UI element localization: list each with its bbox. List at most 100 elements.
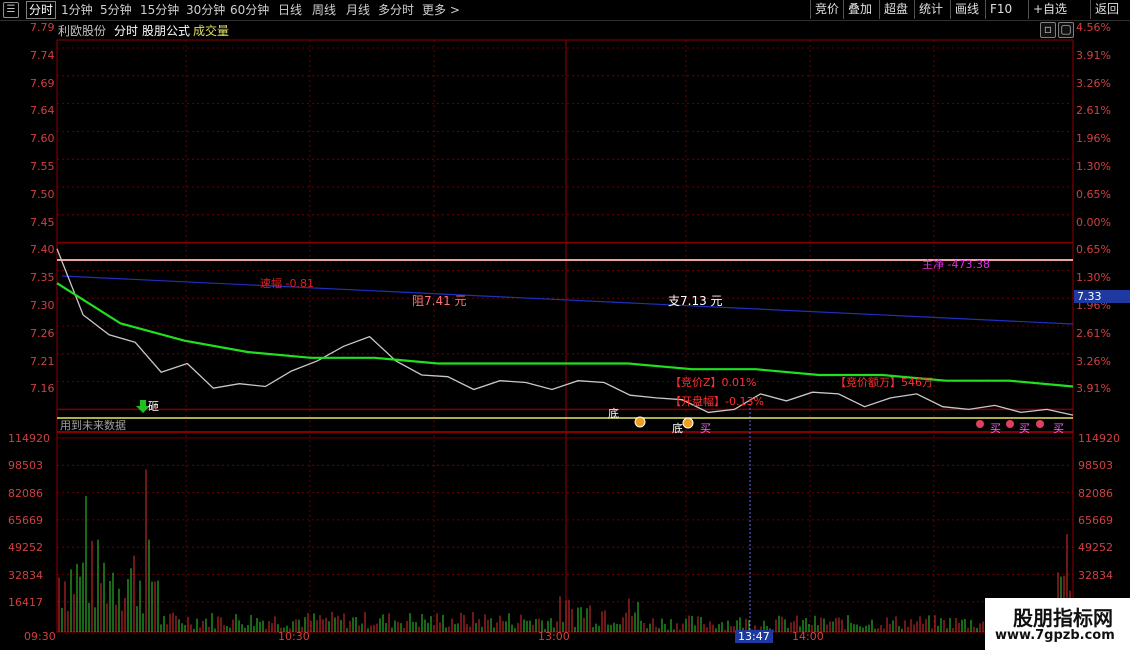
toolbar-button-2[interactable]: 超盘 [879, 0, 912, 19]
volume-tick: 98503 [8, 459, 43, 473]
volume-tick-right: 114920 [1078, 432, 1120, 445]
percent-tick: 0.00% [1076, 215, 1111, 229]
toolbar-button-3[interactable]: 统计 [914, 0, 947, 19]
period-toolbar: 分时 1分钟 5分钟 15分钟 30分钟 60分钟 日线 周线 月线 多分时 更多 > 竞价 叠加 超盘统… [0, 0, 1130, 21]
buy-signal-icon [976, 420, 984, 428]
volume-tick-right: 49252 [1078, 541, 1113, 555]
stock-name: 利欧股份 [58, 24, 107, 38]
tab-10[interactable]: 更多 > [422, 2, 460, 18]
toolbar-button-0[interactable]: 竞价 [810, 0, 843, 19]
watermark-title: 股朋指标网 [1013, 606, 1113, 630]
time-tick: 13:00 [538, 630, 570, 643]
bottom-label-1: 底 [608, 407, 619, 420]
price-tick: 7.69 [30, 76, 55, 90]
tab-8[interactable]: 月线 [346, 2, 370, 18]
intraday-chart[interactable] [0, 20, 1130, 650]
chart-frame [56, 39, 1074, 633]
percent-tick: 3.91% [1076, 382, 1111, 396]
price-line [56, 248, 1074, 416]
resistance-label: 阻7.41 元 [412, 294, 467, 308]
toolbar-button-6[interactable]: +自选 [1028, 0, 1071, 19]
formula-label[interactable]: 股朋公式 [142, 22, 190, 39]
menu-icon[interactable]: ☰ [3, 2, 19, 18]
indicator-label[interactable]: 成交量 [193, 22, 229, 39]
percent-tick: 3.26% [1076, 76, 1111, 90]
volume-tick-right: 32834 [1078, 568, 1113, 582]
time-tick: 10:30 [278, 630, 310, 643]
tab-1[interactable]: 1分钟 [61, 2, 93, 18]
mode-label: 分时 [114, 24, 139, 38]
future-data-label: 用到未来数据 [60, 419, 126, 432]
tab-6[interactable]: 日线 [278, 2, 302, 18]
price-tick: 7.50 [30, 187, 55, 201]
price-tick: 7.60 [30, 132, 55, 146]
volume-tick: 32834 [8, 568, 43, 582]
volume-tick: 114920 [8, 432, 50, 445]
settings-icon[interactable]: ▫ [1040, 22, 1056, 38]
percent-tick: 1.30% [1076, 271, 1111, 285]
buy-label: 买 [1053, 422, 1064, 435]
volume-tick-right: 82086 [1078, 486, 1113, 500]
buy-signal-icon [1036, 420, 1044, 428]
percent-tick: 0.65% [1076, 187, 1111, 201]
bottom-label-2: 底 [672, 422, 683, 435]
price-tick: 7.26 [30, 326, 55, 340]
cursor-time: 13:47 [735, 630, 773, 643]
volume-tick: 82086 [8, 486, 43, 500]
toolbar-button-5[interactable]: F10 [985, 0, 1016, 19]
percent-tick: 3.26% [1076, 354, 1111, 368]
auction-z-label: 【竞价Z】0.01% [670, 376, 757, 389]
price-tick: 7.30 [30, 299, 55, 312]
buy-label: 买 [990, 422, 1001, 435]
hammer-label: 砸 [148, 400, 159, 413]
percent-tick: 2.61% [1076, 104, 1111, 118]
price-tick: 7.40 [30, 243, 55, 257]
tab-4[interactable]: 30分钟 [186, 2, 225, 18]
support-label: 支7.13 元 [668, 294, 723, 308]
time-tick: 09:30 [24, 630, 56, 643]
trend-line [61, 275, 1074, 325]
auction-amount-label: 【竞价额万】546万 [835, 376, 933, 389]
price-tick: 7.64 [30, 104, 55, 118]
percent-tick: 4.56% [1076, 21, 1111, 34]
average-line [56, 282, 1074, 388]
percent-tick: 3.91% [1076, 48, 1111, 62]
tab-9[interactable]: 多分时 [378, 2, 414, 18]
tab-2[interactable]: 5分钟 [100, 2, 132, 18]
cursor-price: 7.33 [1074, 290, 1130, 303]
percent-tick: 1.96% [1076, 132, 1111, 146]
bottom-signal-icon [634, 416, 646, 428]
percent-tick: 1.30% [1076, 160, 1111, 173]
open-range-label: 【开盘幅】-0.13% [670, 395, 764, 408]
time-tick: 14:00 [792, 630, 824, 643]
buy-label: 买 [1019, 422, 1030, 435]
close-icon[interactable]: ▢ [1058, 22, 1074, 38]
toolbar-button-4[interactable]: 画线 [950, 0, 983, 19]
volume-tick: 49252 [8, 541, 43, 555]
tab-7[interactable]: 周线 [312, 2, 336, 18]
tab-0[interactable]: 分时 [26, 1, 57, 19]
buy-signal-icon [1006, 420, 1014, 428]
tab-5[interactable]: 60分钟 [230, 2, 269, 18]
toolbar-button-1[interactable]: 叠加 [843, 0, 876, 19]
price-tick: 7.45 [30, 215, 55, 229]
buy-label: 买 [700, 422, 711, 435]
price-tick: 7.21 [30, 354, 55, 368]
volume-tick: 65669 [8, 513, 43, 527]
main-net-label: 主净 -473.38 [922, 258, 990, 271]
price-tick: 7.35 [30, 271, 55, 285]
volume-tick-right: 65669 [1078, 513, 1113, 527]
price-tick: 7.74 [30, 48, 55, 62]
bottom-signal-icon [682, 417, 694, 429]
volume-tick: 16417 [8, 595, 43, 609]
price-tick: 7.79 [30, 21, 55, 34]
percent-tick: 0.65% [1076, 243, 1111, 257]
tab-3[interactable]: 15分钟 [140, 2, 179, 18]
price-tick: 7.55 [30, 160, 55, 173]
watermark-logo: 股朋指标网 www.7gpzb.com [985, 598, 1130, 650]
speed-label: 速幅 -0.81 [260, 277, 314, 290]
price-tick: 7.16 [30, 382, 55, 396]
percent-tick: 2.61% [1076, 326, 1111, 340]
watermark-url: www.7gpzb.com [995, 628, 1115, 643]
toolbar-button-7[interactable]: 返回 [1090, 0, 1123, 19]
